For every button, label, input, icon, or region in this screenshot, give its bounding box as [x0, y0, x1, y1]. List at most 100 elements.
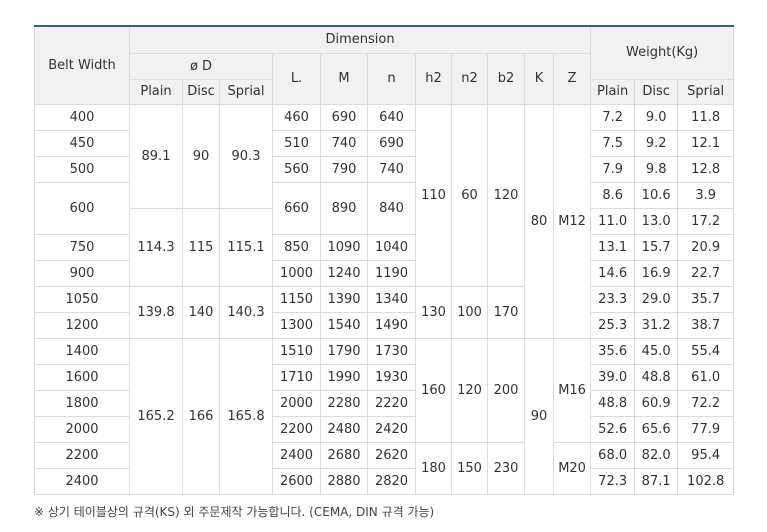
weight-plain-cell: 8.6: [590, 181, 636, 209]
n2-cell: 150: [451, 441, 488, 495]
weight-plain-cell: 14.6: [590, 259, 636, 287]
weight-disc-cell: 29.0: [634, 285, 679, 313]
l-cell: 1000: [272, 259, 321, 287]
header-weight-sprial: Sprial: [677, 78, 735, 105]
m-cell: 2280: [320, 389, 368, 417]
belt-width-cell: 1800: [34, 389, 130, 417]
m-cell: 1240: [320, 259, 368, 287]
header-k: K: [524, 52, 554, 105]
n-cell: 1040: [367, 233, 416, 261]
n-cell: 690: [367, 129, 416, 157]
weight-plain-cell: 39.0: [590, 363, 636, 391]
header-l: L.: [272, 52, 321, 105]
n-cell: 740: [367, 155, 416, 183]
weight-sprial-cell: 11.8: [677, 103, 735, 131]
b2-cell: 120: [487, 103, 525, 287]
weight-sprial-cell: 102.8: [677, 467, 735, 495]
n-cell: 2820: [367, 467, 416, 495]
m-cell: 740: [320, 129, 368, 157]
weight-disc-cell: 16.9: [634, 259, 679, 287]
spec-table: Belt Width Dimension Weight(Kg) ø D L. M…: [34, 25, 735, 495]
weight-plain-cell: 52.6: [590, 415, 636, 443]
m-cell: 1990: [320, 363, 368, 391]
belt-width-cell: 1050: [34, 285, 130, 313]
header-weight-disc: Disc: [634, 78, 679, 105]
b2-cell: 230: [487, 441, 525, 495]
phi-d-disc-cell: 140: [182, 285, 220, 339]
belt-width-cell: 400: [34, 103, 130, 131]
z-cell: M16: [552, 337, 592, 443]
header-m: M: [320, 52, 368, 105]
weight-plain-cell: 11.0: [590, 207, 636, 235]
weight-disc-cell: 82.0: [634, 441, 679, 469]
footnote: ※ 상기 테이블상의 규격(KS) 외 주문제작 가능합니다. (CEMA, D…: [34, 505, 435, 519]
weight-disc-cell: 60.9: [634, 389, 679, 417]
weight-disc-cell: 31.2: [634, 311, 679, 339]
weight-plain-cell: 25.3: [590, 311, 636, 339]
weight-sprial-cell: 20.9: [677, 233, 735, 261]
belt-width-cell: 2400: [34, 467, 130, 495]
l-cell: 1510: [272, 337, 321, 365]
belt-width-cell: 750: [34, 233, 130, 261]
spec-table-container: Belt Width Dimension Weight(Kg) ø D L. M…: [34, 25, 735, 495]
header-weight-plain: Plain: [590, 78, 636, 105]
m-cell: 890: [320, 181, 368, 235]
header-b2: b2: [487, 52, 525, 105]
phi-d-sprial-cell: 165.8: [219, 337, 273, 495]
b2-cell: 170: [487, 285, 525, 339]
belt-width-cell: 2200: [34, 441, 130, 469]
weight-sprial-cell: 55.4: [677, 337, 735, 365]
belt-width-cell: 1200: [34, 311, 130, 339]
m-cell: 1790: [320, 337, 368, 365]
n-cell: 2220: [367, 389, 416, 417]
table-row: 1050 139.8 140 140.3 1150 1390 1340 130 …: [34, 285, 735, 339]
phi-d-sprial-cell: 90.3: [219, 103, 273, 209]
weight-sprial-cell: 38.7: [677, 311, 735, 339]
weight-sprial-cell: 17.2: [677, 207, 735, 235]
n-cell: 2620: [367, 441, 416, 469]
weight-disc-cell: 45.0: [634, 337, 679, 365]
table-row: 1400 165.2 166 165.8 1510 1790 1730 160 …: [34, 337, 735, 495]
m-cell: 690: [320, 103, 368, 131]
belt-width-cell: 2000: [34, 415, 130, 443]
l-cell: 1300: [272, 311, 321, 339]
weight-disc-cell: 10.6: [634, 181, 679, 209]
phi-d-sprial-cell: 140.3: [219, 285, 273, 339]
h2-cell: 180: [415, 441, 452, 495]
header-h2: h2: [415, 52, 452, 105]
l-cell: 1710: [272, 363, 321, 391]
h2-cell: 110: [415, 103, 452, 287]
m-cell: 790: [320, 155, 368, 183]
header-n: n: [367, 52, 416, 105]
phi-d-plain-cell: 89.1: [129, 103, 183, 209]
h2-cell: 160: [415, 337, 452, 443]
weight-disc-cell: 9.2: [634, 129, 679, 157]
weight-disc-cell: 65.6: [634, 415, 679, 443]
header-weight: Weight(Kg): [590, 25, 735, 80]
weight-plain-cell: 7.9: [590, 155, 636, 183]
n-cell: 1190: [367, 259, 416, 287]
header-z: Z: [552, 52, 592, 105]
m-cell: 2480: [320, 415, 368, 443]
k-cell: 90: [524, 337, 554, 495]
n-cell: 2420: [367, 415, 416, 443]
phi-d-disc-cell: 90: [182, 103, 220, 209]
weight-plain-cell: 48.8: [590, 389, 636, 417]
header-belt-width: Belt Width: [34, 25, 130, 105]
belt-width-cell: 500: [34, 155, 130, 183]
m-cell: 2680: [320, 441, 368, 469]
weight-disc-cell: 15.7: [634, 233, 679, 261]
weight-plain-cell: 7.2: [590, 103, 636, 131]
weight-disc-cell: 13.0: [634, 207, 679, 235]
n2-cell: 120: [451, 337, 488, 443]
phi-d-disc-cell: 115: [182, 207, 220, 287]
l-cell: 560: [272, 155, 321, 183]
header-n2: n2: [451, 52, 488, 105]
weight-sprial-cell: 12.1: [677, 129, 735, 157]
weight-sprial-cell: 3.9: [677, 181, 735, 209]
phi-d-sprial-cell: 115.1: [219, 207, 273, 287]
weight-sprial-cell: 35.7: [677, 285, 735, 313]
n2-cell: 100: [451, 285, 488, 339]
weight-disc-cell: 9.8: [634, 155, 679, 183]
k-cell: 80: [524, 103, 554, 339]
